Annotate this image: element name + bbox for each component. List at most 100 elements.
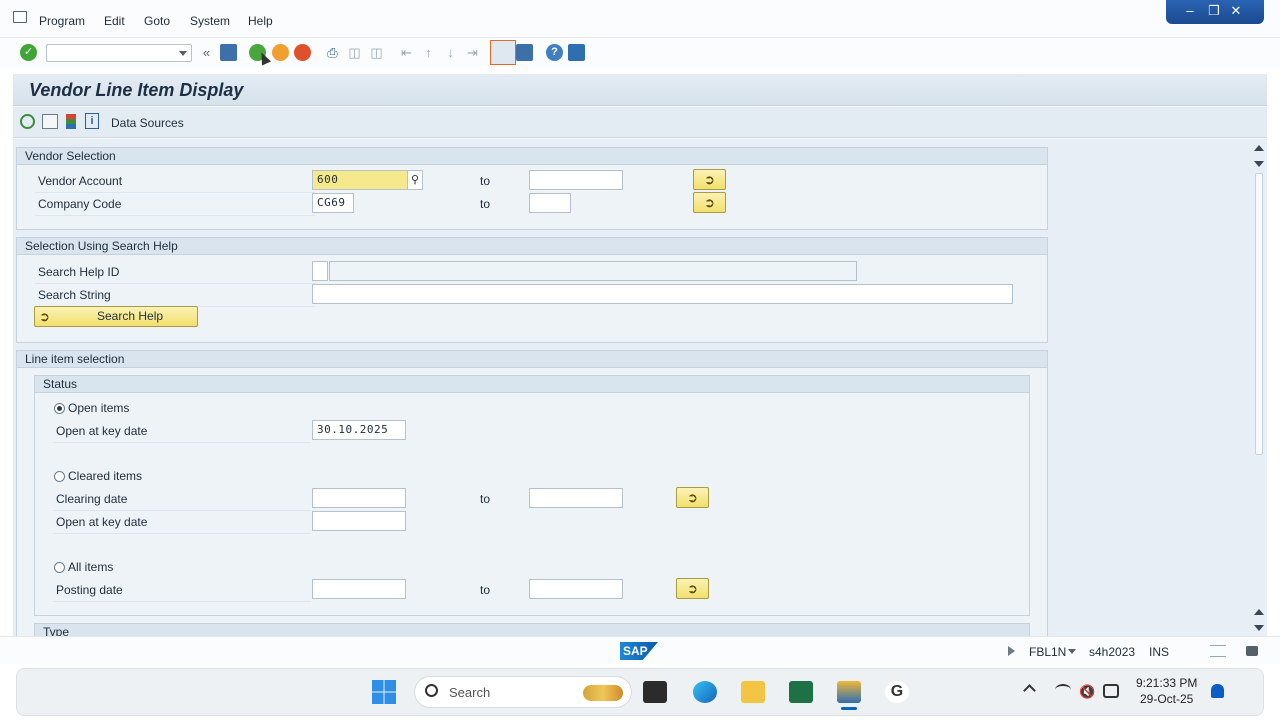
vendor-selection-title: Vendor Selection [17,148,1047,165]
line-item-selection-title: Line item selection [17,351,1047,368]
menu-program[interactable]: Program [39,14,85,28]
vendor-multiple-selection-button[interactable]: ➲ [693,169,726,190]
menu-goto[interactable]: Goto [144,14,170,28]
execute-icon[interactable] [20,114,35,129]
command-field[interactable] [46,44,192,62]
close-icon[interactable]: ✕ [1226,2,1246,20]
save-icon[interactable] [220,44,237,61]
battery-icon[interactable] [1103,684,1119,698]
excel-icon[interactable] [789,681,813,703]
clearing-date-multiple-selection-button[interactable]: ➲ [676,487,709,508]
posting-date-multiple-selection-button[interactable]: ➲ [676,578,709,599]
all-items-radio[interactable] [54,562,65,573]
minimize-icon[interactable]: – [1180,2,1200,20]
taskbar-search-placeholder: Search [449,685,491,700]
vendor-account-field[interactable]: 600 [312,170,408,190]
sap-logo: SAP [620,642,658,660]
search-help-group: Selection Using Search Help Search Help … [16,237,1048,343]
vendor-account-label: Vendor Account [38,174,123,188]
create-session-icon[interactable] [490,40,516,65]
scroll-down-bottom-icon[interactable] [1254,625,1264,631]
exit-icon[interactable] [272,44,289,61]
windows-taskbar [16,668,1264,716]
layout-icon[interactable] [1210,645,1226,657]
data-sources-button[interactable]: Data Sources [111,116,184,130]
vendor-selection-group: Vendor Selection Vendor Account 600 ⚲ to… [16,147,1048,230]
vendor-account-to-field[interactable] [529,170,623,190]
windows-start-icon[interactable] [372,680,396,704]
dynamic-selections-icon[interactable] [66,114,76,129]
cleared-items-radio[interactable] [54,471,65,482]
search-help-id-field[interactable] [312,261,328,281]
company-multiple-selection-button[interactable]: ➲ [693,192,726,213]
posting-date-from-field[interactable] [312,579,406,599]
find-next-icon[interactable]: ◫ [368,44,385,61]
menu-help[interactable]: Help [248,14,273,28]
all-items-label[interactable]: All items [68,560,113,574]
task-view-icon[interactable] [643,681,667,703]
taskbar-search-box[interactable]: Search [414,676,632,708]
posting-date-to-label: to [480,583,491,597]
cancel-icon[interactable] [294,44,311,61]
notification-bell-icon[interactable] [1211,684,1224,698]
company-code-field[interactable]: CG69 [312,193,354,213]
search-highlight-icon [583,685,623,701]
enter-icon[interactable]: ✓ [20,44,37,61]
vendor-to-label: to [480,174,491,188]
search-help-title: Selection Using Search Help [17,238,1047,255]
chevron-down-icon[interactable] [1068,649,1076,654]
wifi-icon[interactable] [1055,684,1071,696]
sap-logon-icon[interactable] [837,681,861,703]
find-icon[interactable]: ◫ [346,44,363,61]
open-items-label[interactable]: Open items [68,401,129,415]
input-mode[interactable]: INS [1149,645,1169,659]
speaker-muted-icon[interactable]: 🔇 [1079,684,1095,700]
get-variant-icon[interactable] [42,114,58,129]
chevron-down-icon[interactable] [179,51,187,56]
scroll-up-icon[interactable] [1254,145,1264,151]
status-group: Status Open items Open at key date 30.10… [34,375,1030,616]
scroll-down-icon[interactable] [1254,161,1264,167]
maximize-icon[interactable]: ❐ [1204,2,1224,20]
clock-date[interactable]: 29-Oct-25 [1140,692,1193,706]
cleared-items-label[interactable]: Cleared items [68,469,142,483]
menu-edit[interactable]: Edit [104,14,125,28]
back-arrows-icon[interactable]: « [198,44,215,61]
mouse-cursor-icon [256,50,272,66]
title-bar: Vendor Line Item Display [13,74,1267,106]
status-title: Status [35,376,1029,393]
menu-toggle-icon[interactable] [13,11,27,23]
cleared-open-at-key-date-label: Open at key date [56,515,148,529]
search-string-field[interactable] [312,284,1013,304]
posting-date-to-field[interactable] [529,579,623,599]
search-help-button[interactable]: ➲ Search Help [34,306,198,327]
search-icon[interactable]: ⚲ [407,170,423,190]
shortcut-icon[interactable] [516,44,533,61]
scroll-thumb[interactable] [1255,173,1263,455]
transaction-code[interactable]: FBL1N [1029,645,1066,659]
edge-browser-icon[interactable] [693,681,717,703]
vertical-scrollbar[interactable] [1252,139,1267,636]
clock-time[interactable]: 9:21:33 PM [1136,676,1197,690]
lock-icon[interactable] [1246,646,1258,656]
first-page-icon[interactable]: ⇤ [398,44,415,61]
last-page-icon[interactable]: ⇥ [464,44,481,61]
status-expand-icon[interactable] [1008,646,1015,656]
info-icon[interactable]: i [85,113,99,129]
cleared-key-date-field[interactable] [312,511,406,531]
menu-system[interactable]: System [190,14,230,28]
file-explorer-icon[interactable] [741,681,765,703]
search-help-button-label: Search Help [97,309,164,323]
scroll-up-bottom-icon[interactable] [1254,609,1264,615]
clearing-date-from-field[interactable] [312,488,406,508]
google-chrome-icon[interactable]: G [885,681,909,703]
clearing-date-to-field[interactable] [529,488,623,508]
customize-layout-icon[interactable] [568,44,585,61]
open-items-radio[interactable] [54,403,65,414]
previous-page-icon[interactable]: ↑ [420,44,437,61]
help-icon[interactable]: ? [546,44,563,61]
print-icon[interactable]: ⎙ [324,44,341,61]
company-code-to-field[interactable] [529,193,571,213]
open-key-date-field[interactable]: 30.10.2025 [312,420,406,440]
next-page-icon[interactable]: ↓ [442,44,459,61]
